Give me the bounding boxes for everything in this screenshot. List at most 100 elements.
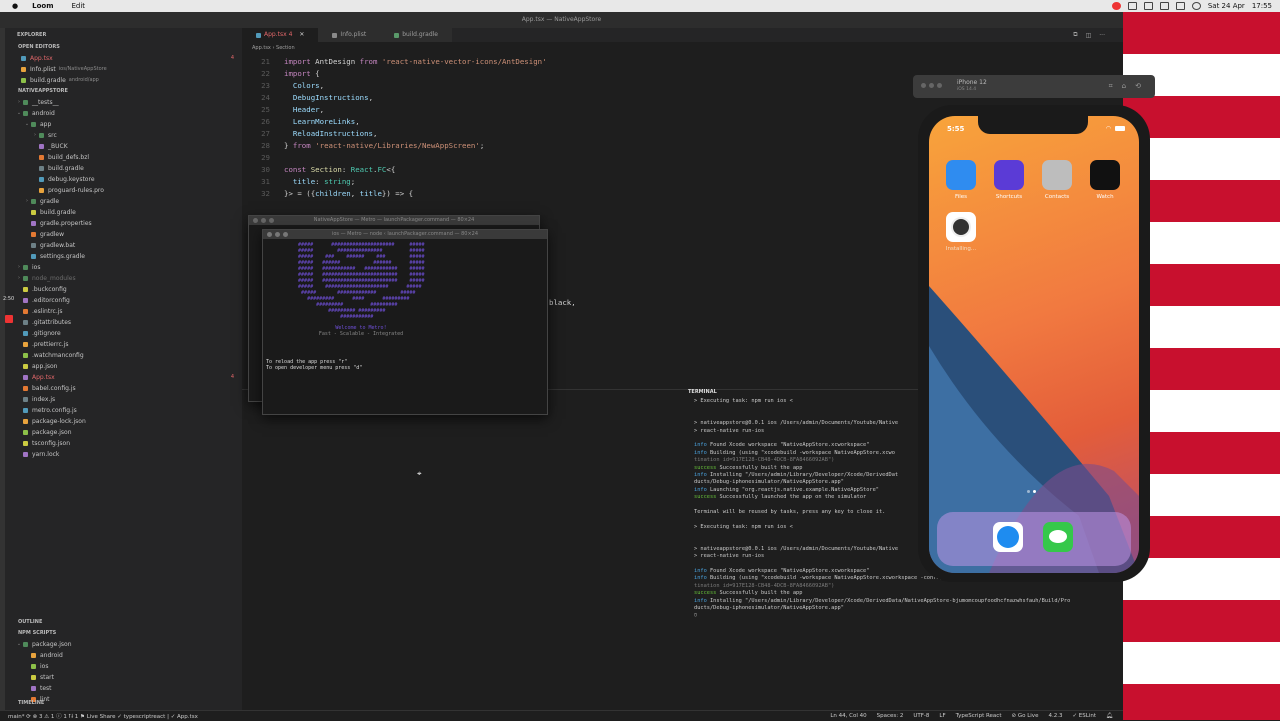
tree-item[interactable]: tsconfig.json (5, 438, 242, 449)
tree-item[interactable]: settings.gradle (5, 251, 242, 262)
tree-item[interactable]: metro.config.js (5, 405, 242, 416)
tree-item[interactable]: index.js (5, 394, 242, 405)
code-line[interactable]: 27 ReloadInstructions, (242, 128, 922, 140)
tree-item[interactable]: ⌄ app (5, 119, 242, 130)
code-line[interactable]: 21 import AntDesign from 'react-native-ve… (242, 56, 922, 68)
watch-app-icon[interactable] (1090, 160, 1120, 190)
close-icon[interactable]: ✕ (299, 28, 304, 42)
shortcuts-app-icon[interactable] (994, 160, 1024, 190)
tree-item[interactable]: › gradle (5, 196, 242, 207)
more-actions-icon[interactable]: ··· (1099, 32, 1105, 39)
npm-scripts-header[interactable]: NPM SCRIPTS (5, 628, 242, 639)
tree-item[interactable]: App.tsx 4 (5, 372, 242, 383)
tree-item[interactable]: › node_modules (5, 273, 242, 284)
code-line[interactable]: 28} from 'react-native/Libraries/NewAppS… (242, 140, 922, 152)
compare-icon[interactable]: ⧉ (1073, 31, 1077, 39)
rotate-icon[interactable]: ⟲ (1135, 82, 1141, 91)
screen-icon[interactable] (1143, 2, 1153, 10)
tab-app-tsx[interactable]: App.tsx 4 ✕ (242, 28, 319, 42)
tree-item[interactable]: .eslintrc.js (5, 306, 242, 317)
breadcrumb[interactable]: App.tsx › Section (242, 43, 1133, 54)
metro-window-front[interactable]: ios — Metro — node ‹ launchPackager.comm… (262, 229, 548, 415)
installing-app-icon[interactable] (946, 212, 976, 242)
encoding[interactable]: UTF-8 (913, 713, 929, 719)
tab-build-gradle[interactable]: build.gradle (380, 28, 452, 42)
simulator-toolbar[interactable]: iPhone 12 iOS 14.4 ⌗ ⌂ ⟲ (913, 75, 1155, 98)
tree-item[interactable]: › ios (5, 262, 242, 273)
tree-item[interactable]: .watchmanconfig (5, 350, 242, 361)
contacts-app-icon[interactable] (1042, 160, 1072, 190)
tree-item[interactable]: ⌄ android (5, 108, 242, 119)
line-endings[interactable]: LF (939, 713, 945, 719)
search-icon[interactable] (1191, 2, 1201, 10)
apple-menu-icon[interactable]: ● (12, 2, 18, 10)
tree-item[interactable]: build.gradle (5, 163, 242, 174)
tree-item[interactable]: yarn.lock (5, 449, 242, 460)
tree-item[interactable]: gradlew (5, 229, 242, 240)
tree-item[interactable]: proguard-rules.pro (5, 185, 242, 196)
tree-item[interactable]: .gitattributes (5, 317, 242, 328)
code-line[interactable]: 23 Colors, (242, 80, 922, 92)
npm-script-item[interactable]: ⌄ package.json (5, 639, 242, 650)
open-editor-item[interactable]: build.gradle android/app (5, 75, 242, 86)
safari-icon[interactable] (993, 522, 1023, 552)
indentation[interactable]: Spaces: 2 (877, 713, 904, 719)
terminal-title[interactable]: TERMINAL (688, 389, 717, 395)
tree-item[interactable]: build_defs.bzl (5, 152, 242, 163)
code-line[interactable]: 26 LearnMoreLinks, (242, 116, 922, 128)
iphone-screen[interactable]: 5:55 ◠ Files Shortcuts Contacts Watch Insta… (929, 116, 1139, 573)
code-line[interactable]: 25 Header, (242, 104, 922, 116)
wifi-icon[interactable] (1175, 2, 1185, 10)
status-left[interactable]: main* ⟳ ⊗ 3 ⚠ 1 ⓘ 1 ⮁ 1 ⚑ Live Share ✓ t… (8, 712, 198, 721)
tab-info-plist[interactable]: Info.plist (318, 28, 381, 42)
camera-icon[interactable] (1127, 2, 1137, 10)
code-line[interactable]: 32}> = ({children, title}) => { (242, 188, 922, 200)
npm-script-item[interactable]: test (5, 683, 242, 694)
open-editor-item[interactable]: App.tsx 4 (5, 53, 242, 64)
loom-record-icon[interactable] (1111, 2, 1121, 10)
timeline-header[interactable]: TIMELINE (5, 698, 44, 709)
menu-app-name[interactable]: Loom (32, 2, 53, 10)
ts-version[interactable]: 4.2.3 (1048, 713, 1062, 719)
code-line[interactable]: 24 DebugInstructions, (242, 92, 922, 104)
language-mode[interactable]: TypeScript React (956, 713, 1002, 719)
npm-script-item[interactable]: android (5, 650, 242, 661)
outline-header[interactable]: OUTLINE (5, 617, 242, 628)
tree-item[interactable]: › __tests__ (5, 97, 242, 108)
bell-icon[interactable] (1159, 2, 1169, 10)
code-line[interactable]: 31 title: string; (242, 176, 922, 188)
tree-item[interactable]: .prettierrc.js (5, 339, 242, 350)
menu-edit[interactable]: Edit (71, 2, 85, 10)
window-controls[interactable] (267, 232, 288, 237)
open-editors-header[interactable]: OPEN EDITORS (5, 42, 242, 53)
loom-stop-icon[interactable] (5, 315, 13, 323)
tree-item[interactable]: app.json (5, 361, 242, 372)
tree-item[interactable]: › src (5, 130, 242, 141)
split-editor-icon[interactable]: ◫ (1086, 32, 1092, 39)
home-icon[interactable]: ⌂ (1122, 82, 1126, 91)
tree-item[interactable]: package.json (5, 427, 242, 438)
go-live-button[interactable]: ⊘ Go Live (1011, 713, 1038, 719)
tree-item[interactable]: .gitignore (5, 328, 242, 339)
notifications-icon[interactable]: 🔔︎ (1106, 713, 1113, 719)
tree-item[interactable]: gradlew.bat (5, 240, 242, 251)
code-line[interactable]: 30 const Section: React.FC<{ (242, 164, 922, 176)
tree-item[interactable]: build.gradle (5, 207, 242, 218)
project-header[interactable]: NATIVEAPPSTORE (5, 86, 242, 97)
eslint-status[interactable]: ✓ ESLint (1072, 713, 1096, 719)
tree-item[interactable]: debug.keystore (5, 174, 242, 185)
tree-item[interactable]: _BUCK (5, 141, 242, 152)
tree-item[interactable]: babel.config.js (5, 383, 242, 394)
code-line[interactable]: 22 import { (242, 68, 922, 80)
npm-script-item[interactable]: ios (5, 661, 242, 672)
screenshot-icon[interactable]: ⌗ (1109, 82, 1113, 91)
files-app-icon[interactable] (946, 160, 976, 190)
open-editor-item[interactable]: Info.plist ios/NativeAppStore (5, 64, 242, 75)
code-line[interactable]: 29 (242, 152, 922, 164)
tree-item[interactable]: gradle.properties (5, 218, 242, 229)
tree-item[interactable]: .buckconfig (5, 284, 242, 295)
tree-item[interactable]: package-lock.json (5, 416, 242, 427)
tree-item[interactable]: .editorconfig (5, 295, 242, 306)
cursor-position[interactable]: Ln 44, Col 40 (830, 713, 866, 719)
npm-script-item[interactable]: start (5, 672, 242, 683)
